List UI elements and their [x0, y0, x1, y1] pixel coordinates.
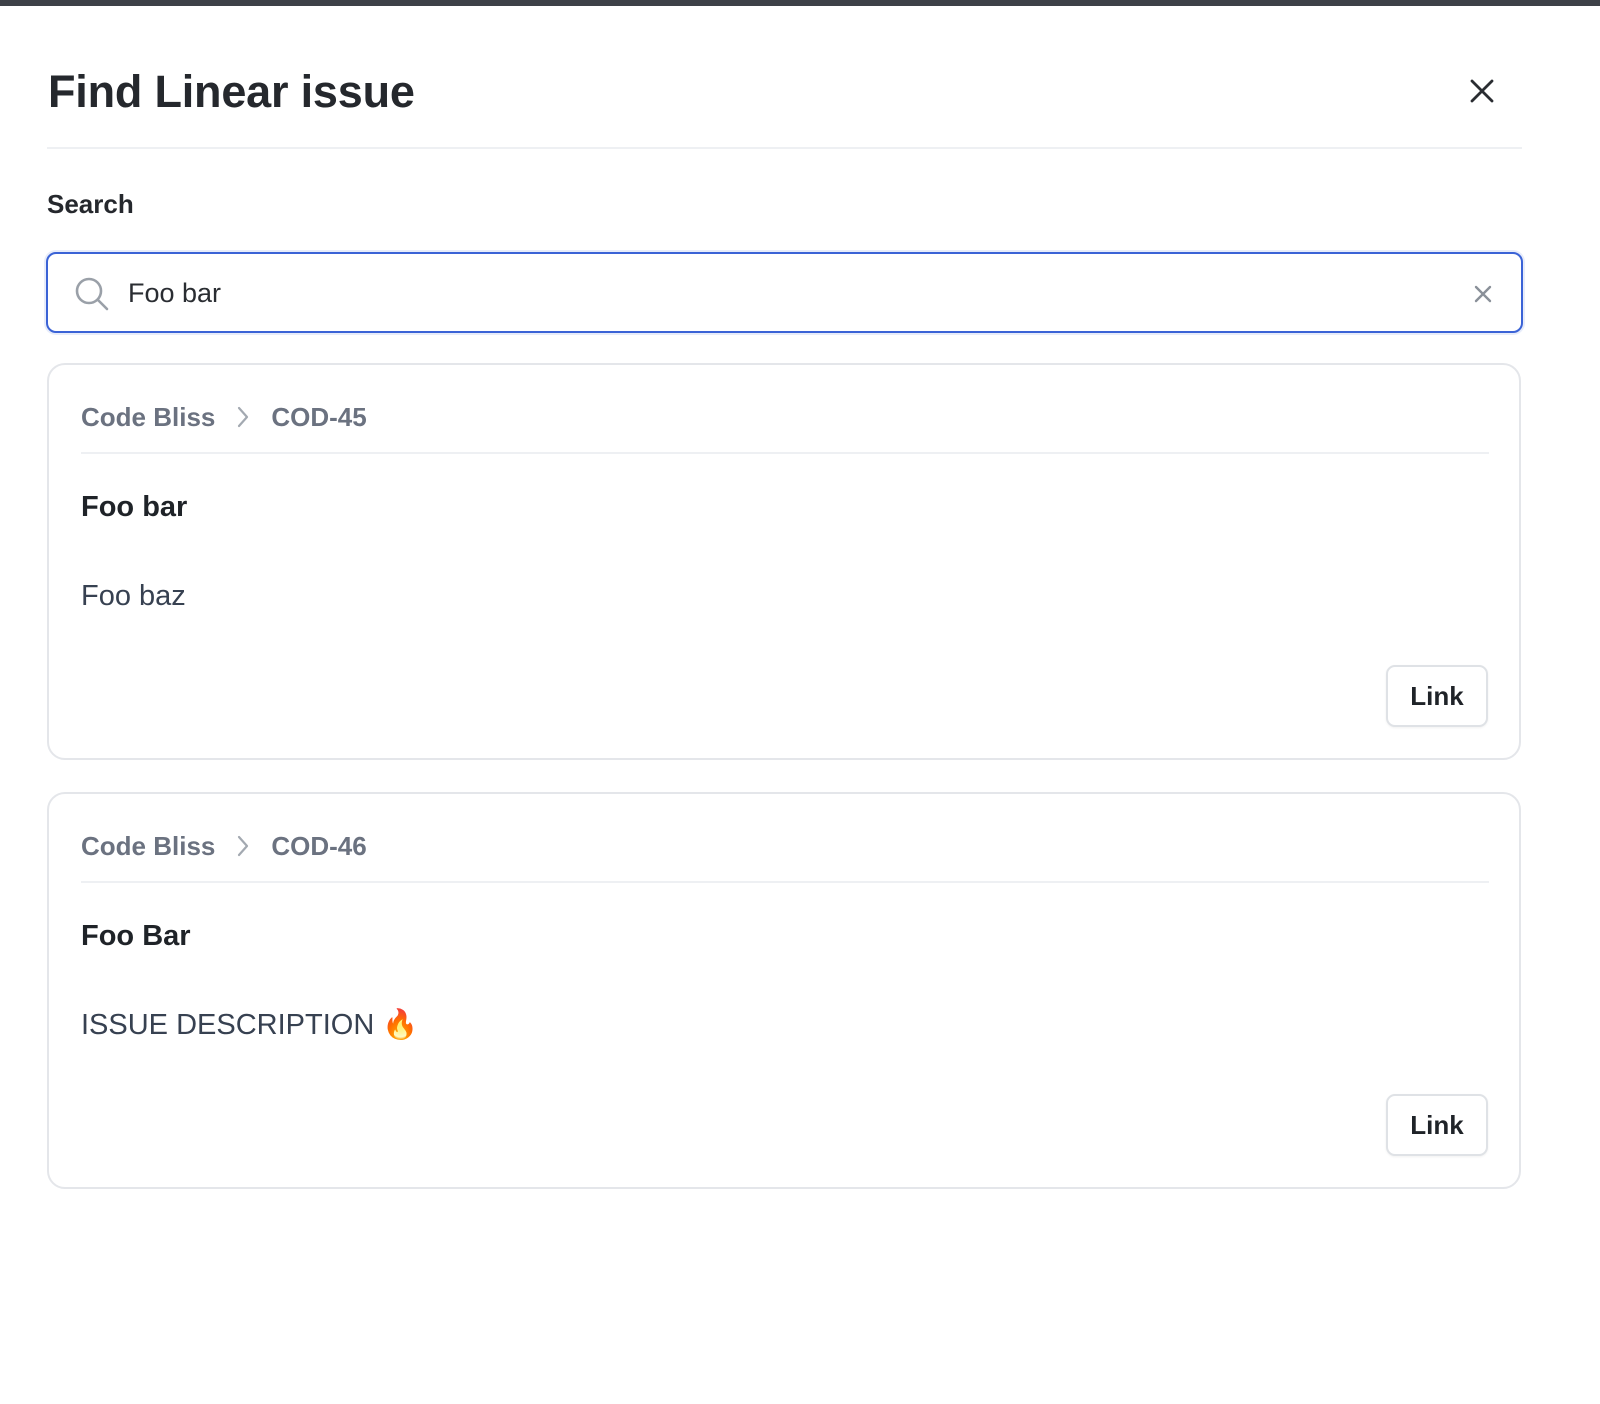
close-icon: [1470, 79, 1494, 103]
link-issue-button[interactable]: Link: [1386, 665, 1488, 727]
issue-title: Foo bar: [81, 491, 188, 523]
modal-title: Find Linear issue: [48, 66, 415, 117]
breadcrumb: Code Bliss COD-46: [81, 829, 1489, 883]
breadcrumb-issue-id[interactable]: COD-46: [271, 829, 366, 863]
breadcrumb: Code Bliss COD-45: [81, 400, 1489, 454]
search-input[interactable]: [128, 266, 1428, 320]
clear-search-button[interactable]: [1466, 277, 1500, 311]
find-linear-issue-modal: Find Linear issue Search Code Bliss: [0, 6, 1600, 1404]
issue-result-card: Code Bliss COD-46 Foo Bar ISSUE DESCRIPT…: [47, 792, 1521, 1189]
search-field[interactable]: [46, 252, 1523, 333]
issue-description: Foo baz: [81, 580, 186, 612]
clear-icon: [1474, 285, 1492, 303]
chevron-right-icon: [215, 829, 271, 863]
link-issue-button[interactable]: Link: [1386, 1094, 1488, 1156]
issue-title: Foo Bar: [81, 920, 191, 952]
chevron-right-icon: [215, 400, 271, 434]
breadcrumb-team[interactable]: Code Bliss: [81, 829, 215, 863]
modal-header: Find Linear issue: [47, 6, 1522, 149]
search-label: Search: [47, 189, 134, 219]
breadcrumb-issue-id[interactable]: COD-45: [271, 400, 366, 434]
close-button[interactable]: [1460, 69, 1504, 113]
issue-result-card: Code Bliss COD-45 Foo bar Foo baz Link: [47, 363, 1521, 760]
breadcrumb-team[interactable]: Code Bliss: [81, 400, 215, 434]
search-icon: [75, 277, 109, 311]
issue-description: ISSUE DESCRIPTION 🔥: [81, 1009, 419, 1041]
